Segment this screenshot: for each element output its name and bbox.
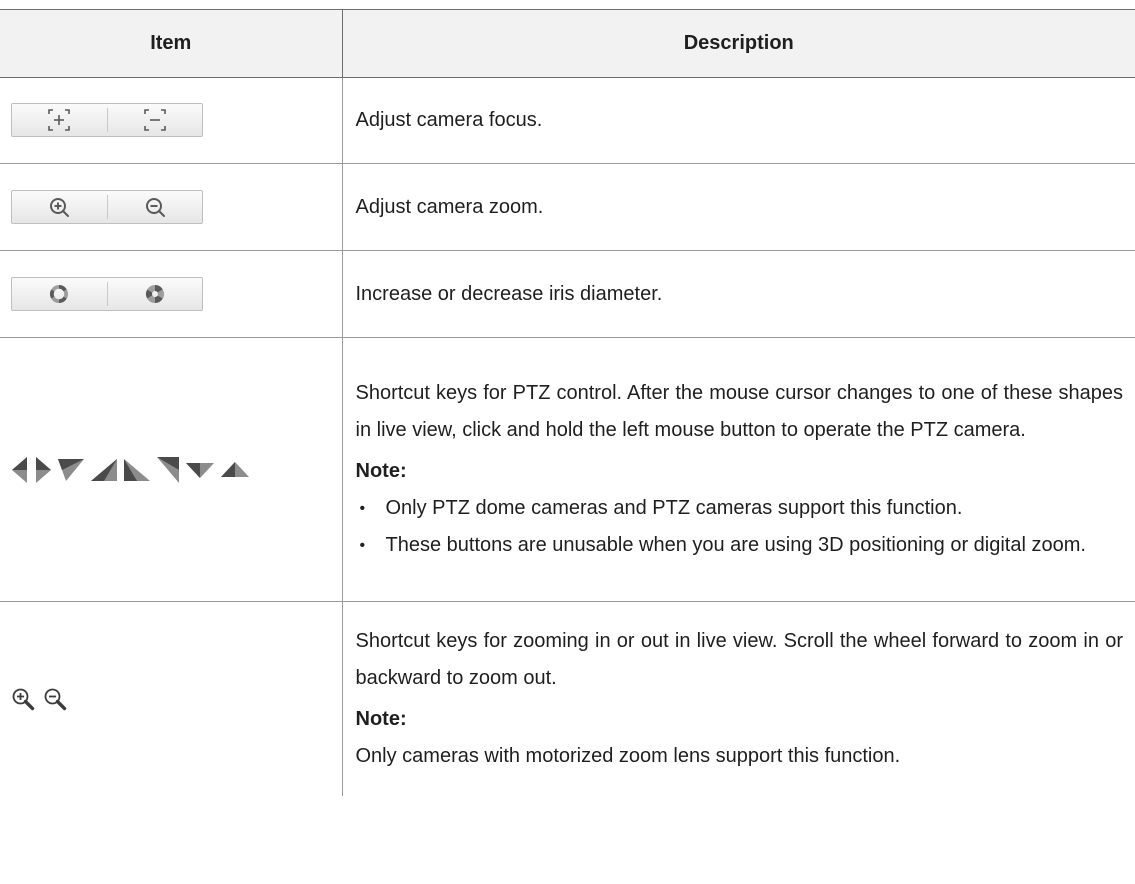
arrow-left-icon — [12, 456, 27, 483]
arrow-down-right-icon — [124, 458, 150, 481]
bullet-icon: • — [359, 537, 366, 554]
description-cell: Adjust camera zoom. — [342, 163, 1135, 251]
table-row: Adjust camera zoom. — [0, 163, 1135, 251]
zoom-button-group — [11, 190, 203, 224]
arrow-up-left-icon — [58, 458, 84, 481]
bullet-icon: • — [359, 500, 366, 517]
arrow-down-left-icon — [157, 456, 179, 483]
note-label: Note: — [355, 460, 407, 482]
item-cell — [0, 163, 343, 251]
description-cell: Shortcut keys for zooming in or out in l… — [342, 602, 1135, 797]
list-item: • Only PTZ dome cameras and PTZ cameras … — [356, 490, 1124, 527]
arrow-up-icon — [221, 461, 249, 477]
table-row: Adjust camera focus. — [0, 77, 1135, 164]
table-row: Shortcut keys for PTZ control. After the… — [0, 337, 1135, 602]
note-bullet-text: Only PTZ dome cameras and PTZ cameras su… — [385, 497, 963, 519]
description-cell: Shortcut keys for PTZ control. After the… — [342, 337, 1135, 602]
list-item: • These buttons are unusable when you ar… — [356, 527, 1124, 564]
header-description: Description — [341, 9, 1135, 78]
item-cell — [0, 337, 343, 602]
note-text: Only cameras with motorized zoom lens su… — [355, 745, 901, 767]
description-text: Adjust camera focus. — [355, 109, 543, 131]
table-header-row: Item Description — [0, 9, 1135, 78]
description-cell: Increase or decrease iris diameter. — [342, 250, 1135, 338]
item-cell — [0, 601, 343, 796]
table-row: Shortcut keys for zooming in or out in l… — [0, 601, 1135, 797]
focus-button-group — [11, 103, 203, 137]
focus-far-icon — [143, 109, 166, 131]
controls-table: Item Description Adjust camera focus. Ad… — [0, 9, 1135, 796]
header-item: Item — [0, 9, 342, 78]
iris-close-button[interactable] — [106, 282, 203, 306]
iris-close-icon — [145, 285, 164, 303]
iris-open-icon — [50, 285, 69, 303]
description-text: Shortcut keys for PTZ control. After the… — [355, 382, 1124, 441]
iris-open-button[interactable] — [12, 278, 107, 310]
description-text: Increase or decrease iris diameter. — [355, 282, 663, 305]
description-text: Adjust camera zoom. — [355, 195, 544, 218]
arrow-up-right-icon — [91, 458, 117, 481]
ptz-arrow-icons — [12, 456, 342, 483]
table-row: Increase or decrease iris diameter. — [0, 250, 1135, 338]
note-label: Note: — [355, 708, 407, 730]
description-text: Shortcut keys for zooming in or out in l… — [355, 630, 1124, 689]
zoom-in-icon — [50, 198, 70, 217]
magnifier-icons — [11, 687, 342, 711]
item-cell — [0, 250, 343, 338]
item-cell — [0, 77, 343, 164]
arrow-right-icon — [36, 456, 51, 483]
zoom-in-button[interactable] — [12, 191, 107, 223]
note-bullet-list: • Only PTZ dome cameras and PTZ cameras … — [356, 490, 1124, 564]
arrow-down-icon — [186, 462, 214, 478]
magnifier-zoom-in-icon — [12, 688, 35, 711]
focus-near-button[interactable] — [12, 104, 107, 136]
iris-button-group — [11, 277, 203, 311]
focus-near-icon — [48, 109, 71, 131]
magnifier-zoom-out-icon — [44, 688, 67, 711]
zoom-out-icon — [145, 198, 165, 217]
zoom-out-button[interactable] — [106, 195, 203, 219]
description-cell: Adjust camera focus. — [342, 77, 1135, 164]
focus-far-button[interactable] — [106, 108, 203, 132]
note-bullet-text: These buttons are unusable when you are … — [385, 534, 1086, 556]
